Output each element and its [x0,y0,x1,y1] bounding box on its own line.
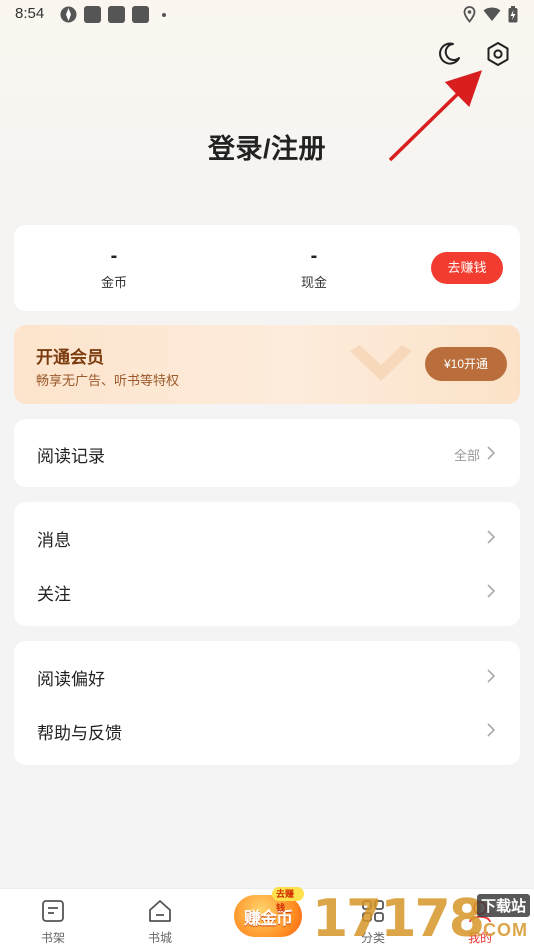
notification-icon [132,6,149,23]
wifi-icon [483,7,501,21]
login-register-title[interactable]: 登录/注册 [0,127,534,166]
vip-subtitle: 畅享无广告、听书等特权 [36,373,180,388]
notification-icon [108,6,125,23]
view-all-link[interactable]: 全部 [454,445,480,464]
cash-value: - [310,245,318,267]
earn-coins-tag: 去赚钱 [272,887,304,913]
notification-icon [84,6,101,23]
chevron-right-icon [487,584,496,598]
balance-card: - 金币 - 现金 去赚钱 [14,225,520,311]
reading-history-label: 阅读记录 [37,447,105,466]
vip-banner[interactable]: 开通会员 畅享无广告、听书等特权 ¥10开通 [14,325,520,404]
vip-title: 开通会员 [36,348,104,367]
category-icon [362,900,384,922]
cash-stat[interactable]: - 现金 [254,245,374,291]
menu-item-reading-preferences[interactable]: 阅读偏好 [14,649,520,703]
reading-history-card: 阅读记录 全部 [14,419,520,487]
bookshelf-icon [42,900,64,922]
coins-value: - [110,245,118,267]
menu-card-preferences: 阅读偏好 帮助与反馈 [14,641,520,765]
tab-label: 书架 [40,931,65,945]
cash-label: 现金 [300,275,327,290]
profile-icon [469,901,491,923]
more-notifications-icon [162,13,166,17]
menu-item-messages[interactable]: 消息 [14,510,520,564]
tab-category[interactable]: 分类 [333,889,413,950]
app-notification-icon [60,6,77,23]
status-bar: 8:54 [0,0,534,30]
tab-label: 书城 [147,931,172,945]
battery-icon [508,6,518,23]
earn-money-button[interactable]: 去赚钱 [431,252,503,284]
earn-coins-badge[interactable]: 赚金币 去赚钱 [232,887,304,945]
tab-bookshelf[interactable]: 书架 [13,889,93,950]
chevron-right-icon [487,723,496,737]
tab-profile[interactable]: 我的 [440,889,520,950]
menu-item-label: 帮助与反馈 [37,724,122,743]
coins-label: 金币 [100,275,127,290]
location-icon [463,6,476,23]
status-time: 8:54 [15,5,45,22]
chevron-right-icon [487,530,496,544]
menu-item-label: 关注 [37,585,71,604]
menu-item-help-feedback[interactable]: 帮助与反馈 [14,703,520,757]
earn-coins-label: 赚金币 [244,909,293,928]
coins-stat[interactable]: - 金币 [54,245,174,291]
chevron-right-icon [487,446,496,460]
vip-open-button[interactable]: ¥10开通 [425,347,507,381]
menu-card-messages: 消息 关注 [14,502,520,626]
menu-item-follow[interactable]: 关注 [14,564,520,618]
menu-item-label: 阅读偏好 [37,670,105,689]
home-icon [149,900,171,922]
vip-chevron-decoration-icon [350,345,412,381]
reading-history-row[interactable]: 阅读记录 全部 [14,426,520,480]
tab-label: 我的 [467,931,492,945]
tab-bookstore[interactable]: 书城 [120,889,200,950]
menu-item-label: 消息 [37,531,71,550]
tab-label: 分类 [360,931,385,945]
chevron-right-icon [487,669,496,683]
